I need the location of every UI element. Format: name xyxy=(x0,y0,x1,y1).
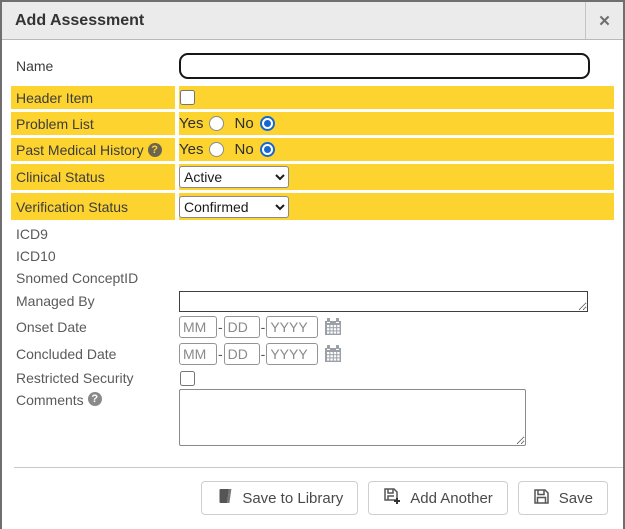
past-medical-history-label: Past Medical History xyxy=(16,142,144,158)
onset-month-input[interactable] xyxy=(179,316,217,338)
dialog-body: Name Header Item Problem List Yes No Pas… xyxy=(2,40,623,451)
name-row: Name xyxy=(11,51,614,81)
problem-list-yes-label: Yes xyxy=(179,115,203,132)
date-separator: - xyxy=(218,346,223,362)
icd10-label: ICD10 xyxy=(11,245,175,267)
clinical-status-label: Clinical Status xyxy=(11,164,175,190)
comments-label: Comments xyxy=(16,392,84,408)
restricted-security-label: Restricted Security xyxy=(11,367,175,389)
onset-day-input[interactable] xyxy=(224,316,260,338)
date-separator: - xyxy=(261,346,266,362)
concluded-date-row: Concluded Date - - xyxy=(11,340,614,367)
comments-input[interactable] xyxy=(179,389,526,446)
icd10-row: ICD10 xyxy=(11,245,614,267)
concluded-month-input[interactable] xyxy=(179,343,217,365)
restricted-security-checkbox[interactable] xyxy=(180,371,195,386)
past-medical-history-no-label: No xyxy=(234,141,253,158)
past-medical-history-no-radio[interactable] xyxy=(260,142,275,157)
date-separator: - xyxy=(218,319,223,335)
problem-list-no-radio[interactable] xyxy=(260,116,275,131)
managed-by-label: Managed By xyxy=(11,289,175,313)
add-assessment-dialog: Add Assessment ✕ Name Header Item Proble… xyxy=(0,0,625,529)
name-label: Name xyxy=(11,51,175,81)
past-medical-history-row: Past Medical History ? Yes No xyxy=(11,138,614,161)
onset-year-input[interactable] xyxy=(266,316,318,338)
header-item-checkbox[interactable] xyxy=(180,90,195,105)
comments-row: Comments ? xyxy=(11,389,614,451)
date-separator: - xyxy=(261,319,266,335)
problem-list-label: Problem List xyxy=(11,112,175,135)
past-medical-history-yes-label: Yes xyxy=(179,141,203,158)
header-item-label: Header Item xyxy=(11,86,175,109)
save-to-library-button[interactable]: Save to Library xyxy=(201,481,358,515)
icd9-label: ICD9 xyxy=(11,223,175,245)
managed-by-input[interactable] xyxy=(179,291,588,312)
snomed-conceptid-row: Snomed ConceptID xyxy=(11,267,614,289)
save-icon xyxy=(533,488,550,509)
calendar-icon[interactable] xyxy=(323,344,343,364)
help-icon[interactable]: ? xyxy=(88,392,102,406)
concluded-day-input[interactable] xyxy=(224,343,260,365)
dialog-header: Add Assessment ✕ xyxy=(2,2,623,40)
help-icon[interactable]: ? xyxy=(148,143,162,157)
book-icon xyxy=(216,488,233,509)
verification-status-select[interactable]: Confirmed xyxy=(179,196,289,218)
dialog-title: Add Assessment xyxy=(2,2,585,39)
clinical-status-select[interactable]: Active xyxy=(179,166,289,188)
save-label: Save xyxy=(559,490,593,507)
icd9-row: ICD9 xyxy=(11,223,614,245)
save-to-library-label: Save to Library xyxy=(242,490,343,507)
problem-list-yes-radio[interactable] xyxy=(209,116,224,131)
clinical-status-row: Clinical Status Active xyxy=(11,164,614,190)
snomed-conceptid-label: Snomed ConceptID xyxy=(11,267,175,289)
add-another-label: Add Another xyxy=(410,490,493,507)
restricted-security-row: Restricted Security xyxy=(11,367,614,389)
verification-status-label: Verification Status xyxy=(11,193,175,220)
calendar-icon[interactable] xyxy=(323,317,343,337)
past-medical-history-yes-radio[interactable] xyxy=(209,142,224,157)
close-button[interactable]: ✕ xyxy=(585,2,623,39)
close-icon: ✕ xyxy=(598,12,611,30)
problem-list-row: Problem List Yes No xyxy=(11,112,614,135)
add-another-button[interactable]: Add Another xyxy=(368,481,508,515)
concluded-date-label: Concluded Date xyxy=(11,340,175,367)
name-input[interactable] xyxy=(179,53,590,79)
concluded-year-input[interactable] xyxy=(266,343,318,365)
problem-list-no-label: No xyxy=(234,115,253,132)
onset-date-label: Onset Date xyxy=(11,313,175,340)
save-button[interactable]: Save xyxy=(518,481,608,515)
managed-by-row: Managed By xyxy=(11,289,614,313)
save-plus-icon xyxy=(383,487,401,509)
dialog-footer: Save to Library Add Another xyxy=(2,468,623,515)
verification-status-row: Verification Status Confirmed xyxy=(11,193,614,220)
onset-date-row: Onset Date - - xyxy=(11,313,614,340)
header-item-row: Header Item xyxy=(11,86,614,109)
